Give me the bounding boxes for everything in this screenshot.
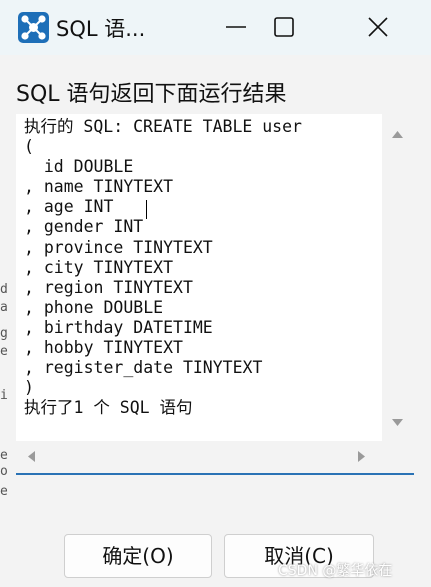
background-char: o (0, 464, 8, 479)
maximize-button[interactable] (260, 0, 308, 55)
window-title: SQL 语... (56, 17, 146, 41)
close-icon (368, 17, 388, 37)
background-window-strip: d a g e i e o e (0, 150, 8, 510)
sql-result-dialog: SQL 语... d a g e i e o e SQL 语句返回下面运行结果 (0, 0, 431, 587)
focus-underline (16, 473, 414, 475)
dialog-prompt: SQL 语句返回下面运行结果 (16, 82, 287, 107)
result-text[interactable]: 执行的 SQL: CREATE TABLE user ( id DOUBLE ,… (24, 117, 302, 418)
minimize-button[interactable] (212, 0, 260, 55)
scroll-down-icon[interactable] (392, 419, 403, 426)
scroll-up-icon[interactable] (392, 131, 403, 138)
result-text-area[interactable]: 执行的 SQL: CREATE TABLE user ( id DOUBLE ,… (16, 114, 382, 441)
background-char: a (0, 300, 8, 315)
background-char: i (0, 388, 8, 403)
title-bar[interactable]: SQL 语... (0, 0, 431, 55)
background-char: e (0, 344, 8, 359)
background-char: g (0, 326, 8, 341)
vertical-scrollbar[interactable] (382, 114, 413, 441)
background-char: d (0, 282, 8, 297)
scroll-left-icon[interactable] (28, 451, 35, 462)
network-app-icon (18, 12, 49, 43)
ok-button[interactable]: 确定(O) (64, 534, 212, 578)
background-char: e (0, 484, 8, 499)
background-char: e (0, 448, 8, 463)
horizontal-scrollbar[interactable] (16, 441, 382, 473)
scrollbar-corner (382, 441, 413, 473)
maximize-icon (274, 17, 294, 37)
scroll-right-icon[interactable] (358, 451, 365, 462)
minimize-icon (226, 26, 246, 28)
close-button[interactable] (354, 0, 402, 55)
watermark: CSDN @繁华依在 (278, 563, 393, 579)
text-caret (146, 200, 147, 219)
